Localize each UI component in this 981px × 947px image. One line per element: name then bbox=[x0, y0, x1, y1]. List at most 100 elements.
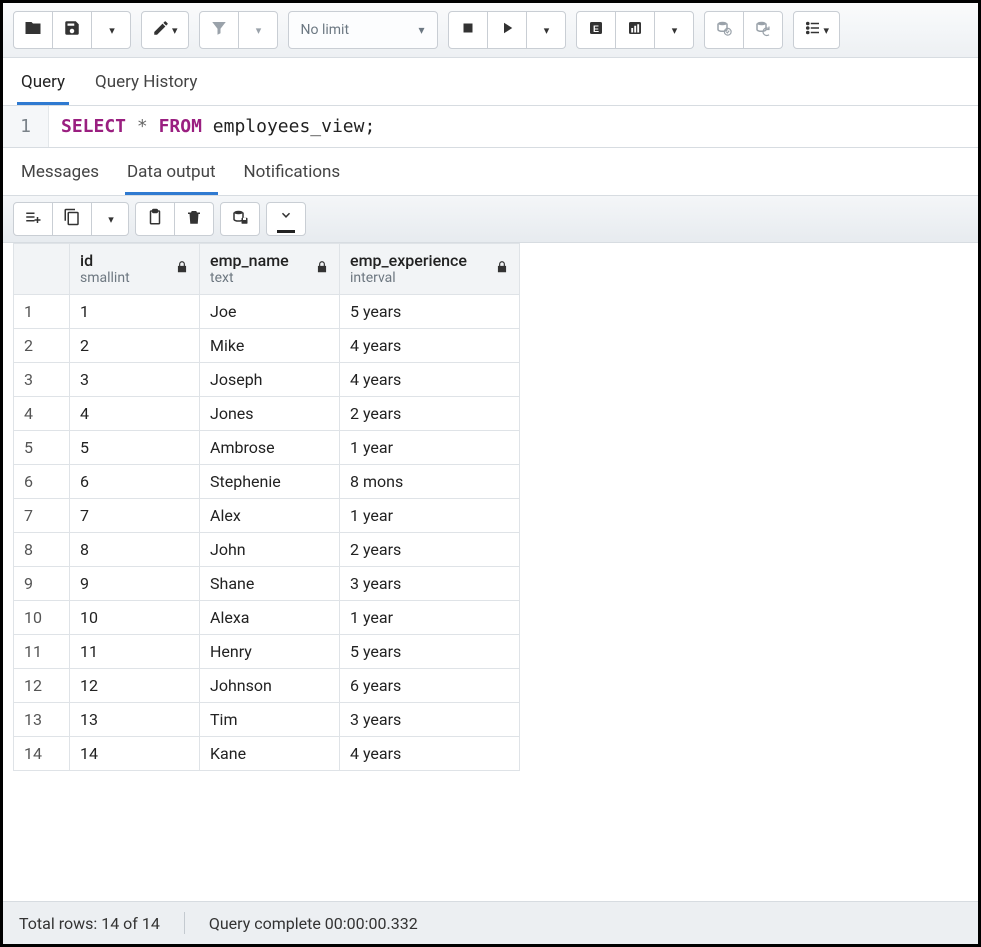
cell-id[interactable]: 7 bbox=[70, 498, 200, 532]
cell-id[interactable]: 10 bbox=[70, 600, 200, 634]
header-id[interactable]: idsmallint bbox=[70, 244, 200, 295]
edit-button[interactable]: ▾ bbox=[141, 11, 189, 49]
cell-id[interactable]: 8 bbox=[70, 532, 200, 566]
cell-id[interactable]: 6 bbox=[70, 464, 200, 498]
cell-emp-experience[interactable]: 1 year bbox=[340, 430, 520, 464]
header-rownum[interactable] bbox=[14, 244, 70, 295]
rows-limit-select[interactable]: No limit ▾ bbox=[288, 11, 438, 49]
cell-rownum[interactable]: 1 bbox=[14, 294, 70, 328]
cell-emp-name[interactable]: Mike bbox=[200, 328, 340, 362]
execute-dropdown-button[interactable]: ▾ bbox=[526, 11, 566, 49]
save-data-button[interactable] bbox=[220, 202, 260, 236]
macros-button[interactable]: ▾ bbox=[793, 11, 841, 49]
save-button[interactable] bbox=[52, 11, 92, 49]
cell-emp-experience[interactable]: 3 years bbox=[340, 702, 520, 736]
header-emp-name[interactable]: emp_nametext bbox=[200, 244, 340, 295]
table-row[interactable]: 55Ambrose1 year bbox=[14, 430, 520, 464]
cell-emp-experience[interactable]: 4 years bbox=[340, 362, 520, 396]
table-row[interactable]: 1313Tim3 years bbox=[14, 702, 520, 736]
rollback-button[interactable] bbox=[743, 11, 783, 49]
add-row-button[interactable] bbox=[13, 202, 53, 236]
cell-emp-experience[interactable]: 2 years bbox=[340, 532, 520, 566]
cell-id[interactable]: 3 bbox=[70, 362, 200, 396]
cell-id[interactable]: 4 bbox=[70, 396, 200, 430]
cell-emp-name[interactable]: Stephenie bbox=[200, 464, 340, 498]
cell-emp-experience[interactable]: 1 year bbox=[340, 600, 520, 634]
cell-id[interactable]: 13 bbox=[70, 702, 200, 736]
paste-button[interactable] bbox=[135, 202, 175, 236]
cell-id[interactable]: 12 bbox=[70, 668, 200, 702]
result-grid[interactable]: idsmallint emp_nametext emp_experiencein… bbox=[13, 243, 520, 771]
cell-emp-name[interactable]: John bbox=[200, 532, 340, 566]
table-row[interactable]: 99Shane3 years bbox=[14, 566, 520, 600]
explain-dropdown-button[interactable]: ▾ bbox=[654, 11, 694, 49]
table-row[interactable]: 1010Alexa1 year bbox=[14, 600, 520, 634]
sql-code[interactable]: SELECT * FROM employees_view; bbox=[49, 106, 387, 147]
copy-dropdown-button[interactable]: ▾ bbox=[91, 202, 129, 236]
commit-button[interactable] bbox=[704, 11, 744, 49]
download-button[interactable] bbox=[266, 202, 306, 236]
table-row[interactable]: 33Joseph4 years bbox=[14, 362, 520, 396]
cell-rownum[interactable]: 11 bbox=[14, 634, 70, 668]
cell-emp-name[interactable]: Alex bbox=[200, 498, 340, 532]
cell-emp-name[interactable]: Ambrose bbox=[200, 430, 340, 464]
cell-id[interactable]: 1 bbox=[70, 294, 200, 328]
cell-rownum[interactable]: 4 bbox=[14, 396, 70, 430]
open-file-button[interactable] bbox=[13, 11, 53, 49]
table-row[interactable]: 1111Henry5 years bbox=[14, 634, 520, 668]
cell-id[interactable]: 14 bbox=[70, 736, 200, 770]
tab-messages[interactable]: Messages bbox=[19, 156, 101, 195]
cell-emp-name[interactable]: Henry bbox=[200, 634, 340, 668]
cell-emp-name[interactable]: Shane bbox=[200, 566, 340, 600]
cell-emp-name[interactable]: Tim bbox=[200, 702, 340, 736]
stop-button[interactable] bbox=[448, 11, 488, 49]
cell-emp-name[interactable]: Joseph bbox=[200, 362, 340, 396]
cell-emp-experience[interactable]: 8 mons bbox=[340, 464, 520, 498]
cell-rownum[interactable]: 7 bbox=[14, 498, 70, 532]
cell-emp-experience[interactable]: 1 year bbox=[340, 498, 520, 532]
cell-emp-experience[interactable]: 4 years bbox=[340, 736, 520, 770]
table-row[interactable]: 77Alex1 year bbox=[14, 498, 520, 532]
cell-emp-experience[interactable]: 5 years bbox=[340, 294, 520, 328]
cell-rownum[interactable]: 5 bbox=[14, 430, 70, 464]
sql-editor[interactable]: 1 SELECT * FROM employees_view; bbox=[3, 106, 978, 148]
cell-emp-experience[interactable]: 6 years bbox=[340, 668, 520, 702]
delete-row-button[interactable] bbox=[174, 202, 214, 236]
cell-id[interactable]: 9 bbox=[70, 566, 200, 600]
cell-rownum[interactable]: 8 bbox=[14, 532, 70, 566]
cell-rownum[interactable]: 10 bbox=[14, 600, 70, 634]
filter-button[interactable] bbox=[199, 11, 239, 49]
header-emp-experience[interactable]: emp_experienceinterval bbox=[340, 244, 520, 295]
save-dropdown-button[interactable]: ▾ bbox=[91, 11, 131, 49]
cell-emp-experience[interactable]: 2 years bbox=[340, 396, 520, 430]
cell-id[interactable]: 2 bbox=[70, 328, 200, 362]
cell-id[interactable]: 5 bbox=[70, 430, 200, 464]
cell-emp-experience[interactable]: 3 years bbox=[340, 566, 520, 600]
cell-rownum[interactable]: 9 bbox=[14, 566, 70, 600]
table-row[interactable]: 1212Johnson6 years bbox=[14, 668, 520, 702]
cell-emp-name[interactable]: Alexa bbox=[200, 600, 340, 634]
cell-emp-name[interactable]: Kane bbox=[200, 736, 340, 770]
explain-button[interactable]: E bbox=[576, 11, 616, 49]
explain-analyze-button[interactable] bbox=[615, 11, 655, 49]
cell-emp-name[interactable]: Jones bbox=[200, 396, 340, 430]
table-row[interactable]: 88John2 years bbox=[14, 532, 520, 566]
cell-id[interactable]: 11 bbox=[70, 634, 200, 668]
table-row[interactable]: 1414Kane4 years bbox=[14, 736, 520, 770]
cell-emp-experience[interactable]: 5 years bbox=[340, 634, 520, 668]
tab-notifications[interactable]: Notifications bbox=[242, 156, 343, 195]
tab-data-output[interactable]: Data output bbox=[125, 156, 218, 195]
tab-query[interactable]: Query bbox=[17, 64, 69, 105]
cell-rownum[interactable]: 12 bbox=[14, 668, 70, 702]
cell-rownum[interactable]: 2 bbox=[14, 328, 70, 362]
table-row[interactable]: 11Joe5 years bbox=[14, 294, 520, 328]
table-row[interactable]: 44Jones2 years bbox=[14, 396, 520, 430]
cell-rownum[interactable]: 14 bbox=[14, 736, 70, 770]
table-row[interactable]: 22Mike4 years bbox=[14, 328, 520, 362]
copy-button[interactable] bbox=[52, 202, 92, 236]
tab-query-history[interactable]: Query History bbox=[91, 64, 201, 105]
cell-rownum[interactable]: 6 bbox=[14, 464, 70, 498]
execute-button[interactable] bbox=[487, 11, 527, 49]
table-row[interactable]: 66Stephenie8 mons bbox=[14, 464, 520, 498]
cell-emp-experience[interactable]: 4 years bbox=[340, 328, 520, 362]
